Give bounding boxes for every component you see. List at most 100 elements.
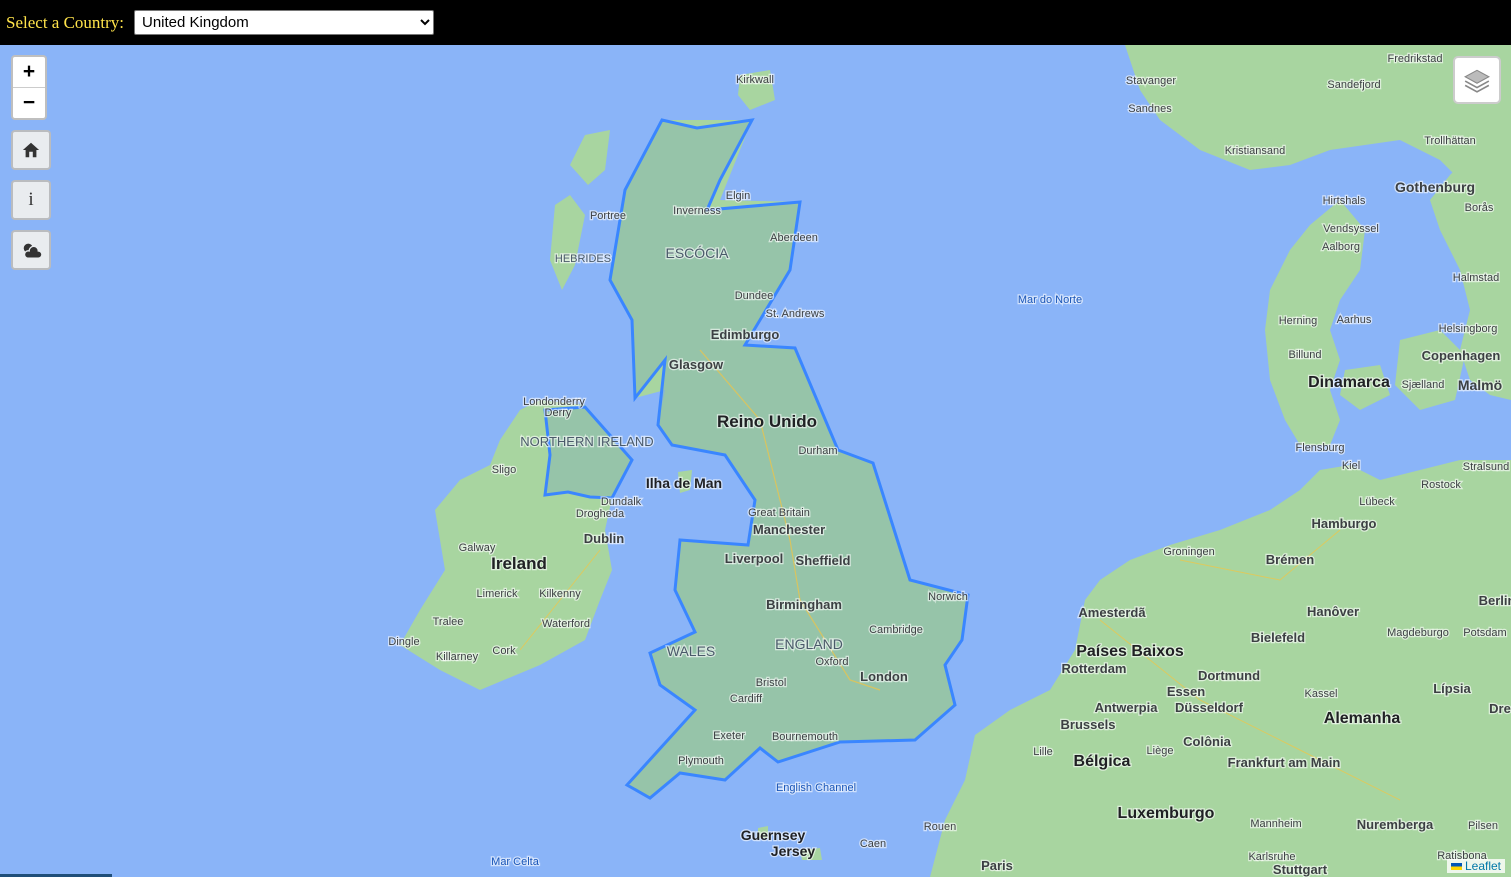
map-label-city: Berlin	[1479, 593, 1511, 608]
map-label-city: Elgin	[726, 190, 750, 202]
map-label-islands: Guernsey	[741, 827, 806, 843]
map-label-city: Limerick	[477, 588, 518, 600]
map-label-city: Gothenburg	[1395, 179, 1475, 195]
map-label-city: Sandefjord	[1327, 79, 1380, 91]
map-label-city: Plymouth	[678, 755, 724, 767]
map-label-countries: Alemanha	[1324, 710, 1401, 727]
map-label-city: Groningen	[1163, 546, 1214, 558]
map-label-regions: HEBRIDES	[555, 253, 611, 265]
map-label-city: Colônia	[1183, 734, 1231, 749]
map-label-city: Glasgow	[669, 357, 724, 372]
map-label-city: Lille	[1033, 746, 1053, 758]
map-label-city: Kassel	[1304, 688, 1337, 700]
map-label-city: Edimburgo	[711, 327, 780, 342]
attribution-link[interactable]: Leaflet	[1465, 859, 1501, 873]
weather-button[interactable]	[11, 230, 51, 270]
layers-icon	[1464, 69, 1490, 93]
map-label-countries: Luxemburgo	[1118, 805, 1215, 822]
map-label-city: Inverness	[673, 205, 721, 217]
map-view[interactable]: Reino Unido Ireland Dinamarca Alemanha Bélgi…	[0, 45, 1511, 877]
map-label-city: Cork	[492, 645, 516, 657]
map-label-city: Amesterdã	[1078, 605, 1146, 620]
map-label-city: Borås	[1465, 202, 1494, 214]
map-canvas: Reino Unido Ireland Dinamarca Alemanha Bélgi…	[0, 45, 1511, 877]
map-label-city: Mannheim	[1250, 818, 1301, 830]
map-label-city: Killarney	[436, 651, 479, 663]
map-label-water: Mar Celta	[491, 856, 540, 868]
map-label-city: Birmingham	[766, 597, 842, 612]
map-label-water: Mar do Norte	[1018, 294, 1082, 306]
map-label-city: Cardiff	[730, 693, 763, 705]
map-label-city: Sligo	[492, 464, 516, 476]
map-label-city: Rostock	[1421, 479, 1461, 491]
map-label-city: Dingle	[388, 636, 419, 648]
map-label-city: Brémen	[1266, 552, 1314, 567]
map-label-city: Hirtshals	[1323, 195, 1366, 207]
layers-button[interactable]	[1453, 56, 1501, 104]
map-label-city: Bristol	[756, 677, 787, 689]
attribution[interactable]: Leaflet	[1446, 859, 1505, 873]
map-label-city: Aberdeen	[770, 232, 818, 244]
map-label-city: Durham	[798, 445, 837, 457]
zoom-out-button[interactable]: −	[13, 88, 45, 118]
map-label-city: Drogheda	[576, 508, 625, 520]
map-label-city: Dortmund	[1198, 668, 1260, 683]
map-label-city: Helsingborg	[1439, 323, 1498, 335]
map-label-city: Herning	[1279, 315, 1318, 327]
map-label-city: Magdeburgo	[1387, 627, 1449, 639]
map-label-city: Caen	[860, 838, 886, 850]
map-label-city: Lübeck	[1359, 496, 1395, 508]
map-label-city: Waterford	[542, 618, 590, 630]
map-label-city: Dre	[1489, 701, 1511, 716]
map-label-city: Derry	[545, 407, 572, 419]
map-label-city: Trollhättan	[1424, 135, 1476, 147]
map-label-countries: Dinamarca	[1308, 374, 1390, 391]
country-select[interactable]: United Kingdom	[134, 10, 434, 35]
map-label-water: English Channel	[776, 782, 856, 794]
map-label-city: Dublin	[584, 531, 624, 546]
home-button[interactable]	[11, 130, 51, 170]
map-label-city: Essen	[1167, 684, 1205, 699]
map-label-city: Stuttgart	[1273, 862, 1328, 877]
map-label-regions: ESCÓCIA	[665, 245, 729, 261]
map-label-city: Rouen	[924, 821, 956, 833]
map-label-city: Tralee	[433, 616, 464, 628]
map-label-city: Hanôver	[1307, 604, 1359, 619]
zoom-in-button[interactable]: +	[13, 57, 45, 88]
map-label-city: Paris	[981, 858, 1013, 873]
map-label-countries: Ireland	[491, 554, 547, 573]
map-label-city: Bournemouth	[772, 731, 838, 743]
map-label-city: Sjælland	[1402, 379, 1445, 391]
map-label-city: Great Britain	[748, 507, 810, 519]
map-label-city: Liège	[1147, 745, 1174, 757]
map-label-city: Düsseldorf	[1175, 700, 1244, 715]
map-label-islands: Jersey	[771, 843, 816, 859]
map-label-countries: Reino Unido	[717, 412, 817, 431]
info-button[interactable]: i	[11, 180, 51, 220]
weather-icon	[23, 243, 42, 259]
map-label-city: Manchester	[753, 522, 825, 537]
map-label-countries: Países Baixos	[1076, 643, 1184, 660]
map-label-city: Dundalk	[601, 496, 642, 508]
map-label-city: Stralsund	[1463, 461, 1509, 473]
map-label-city: Bielefeld	[1251, 630, 1305, 645]
map-label-city: Flensburg	[1296, 442, 1345, 454]
map-label-city: St. Andrews	[766, 308, 825, 320]
map-label-city: Malmö	[1458, 377, 1502, 393]
zoom-control: + −	[11, 55, 47, 120]
map-label-city: Frankfurt am Main	[1228, 755, 1341, 770]
info-icon: i	[28, 189, 34, 210]
map-label-regions: ENGLAND	[775, 636, 843, 652]
map-label-regions: NORTHERN IRELAND	[520, 434, 653, 449]
map-label-city: Dundee	[735, 290, 774, 302]
map-label-city: Vendsyssel	[1323, 223, 1379, 235]
map-label-city: Kiel	[1342, 460, 1360, 472]
map-label-city: Lípsia	[1433, 681, 1471, 696]
map-label-city: Oxford	[815, 656, 848, 668]
map-label-city: Pilsen	[1468, 820, 1498, 832]
map-label-city: London	[860, 669, 908, 684]
map-label-city: Exeter	[713, 730, 745, 742]
map-label-countries: Bélgica	[1074, 753, 1131, 770]
map-label-city: Hamburgo	[1312, 516, 1377, 531]
map-label-city: Galway	[459, 542, 496, 554]
